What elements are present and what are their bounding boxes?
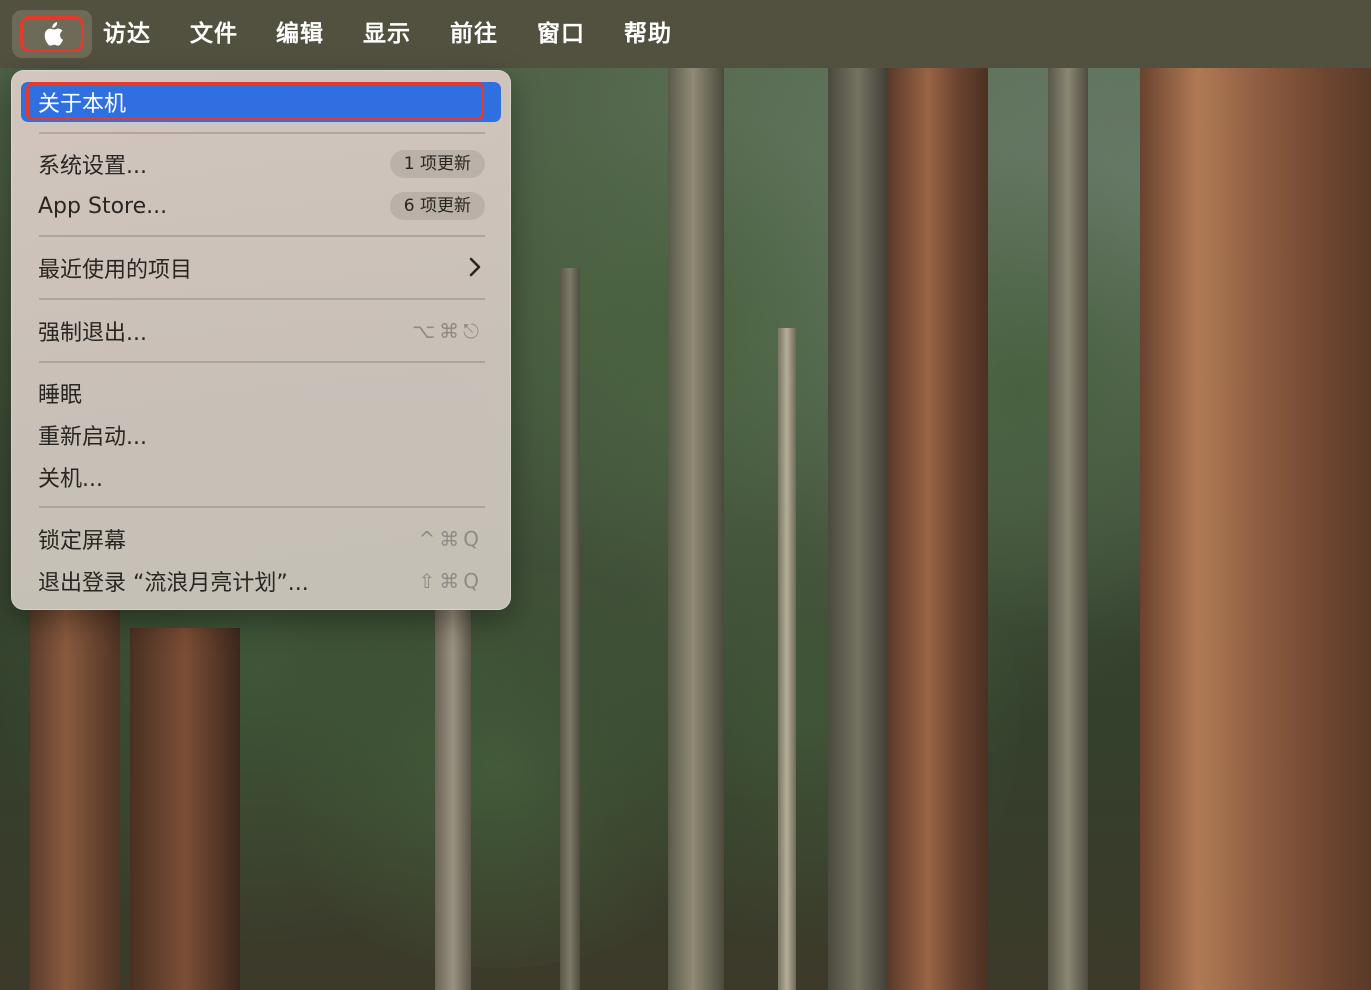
- apple-dropdown-menu: 关于本机 系统设置... 1 项更新 App Store... 6 项更新 最近…: [11, 70, 511, 610]
- menu-separator: [39, 298, 485, 300]
- menu-item-label: App Store...: [38, 193, 168, 219]
- menu-file[interactable]: 文件: [190, 18, 238, 50]
- menu-separator: [39, 235, 485, 237]
- keyboard-shortcut: ⇧⌘Q: [418, 569, 483, 593]
- menu-item-system-settings[interactable]: 系统设置... 1 项更新: [21, 144, 501, 184]
- chevron-right-icon: [469, 257, 481, 277]
- menu-bar: 访达 文件 编辑 显示 前往 窗口 帮助: [0, 0, 1371, 68]
- menu-separator: [39, 132, 485, 134]
- menu-item-label: 关机...: [38, 467, 103, 492]
- menu-help[interactable]: 帮助: [624, 18, 672, 50]
- menu-item-log-out[interactable]: 退出登录 “流浪月亮计划”... ⇧⌘Q: [21, 561, 501, 601]
- desktop: 访达 文件 编辑 显示 前往 窗口 帮助 关于本机 系统设置... 1 项更新 …: [0, 0, 1371, 990]
- menu-item-label: 锁定屏幕: [38, 529, 127, 554]
- keyboard-shortcut: ⌥⌘⎋: [412, 319, 483, 343]
- menu-view[interactable]: 显示: [363, 18, 411, 50]
- menu-edit[interactable]: 编辑: [276, 18, 324, 50]
- menu-item-label: 系统设置...: [38, 154, 147, 179]
- menu-item-label: 睡眠: [38, 383, 83, 408]
- menu-item-label: 最近使用的项目: [38, 258, 193, 283]
- annotation-highlight-apple: [20, 16, 84, 52]
- menu-item-recent-items[interactable]: 最近使用的项目: [21, 248, 501, 288]
- keyboard-shortcut: ^⌘Q: [418, 527, 483, 551]
- menu-item-label: 重新启动...: [38, 425, 147, 450]
- menu-item-sleep[interactable]: 睡眠: [21, 373, 501, 413]
- menu-item-restart[interactable]: 重新启动...: [21, 415, 501, 455]
- menu-window[interactable]: 窗口: [537, 18, 585, 50]
- menu-separator: [39, 506, 485, 508]
- menu-item-label: 强制退出...: [38, 321, 147, 346]
- update-badge: 1 项更新: [389, 150, 485, 178]
- menu-item-label: 退出登录 “流浪月亮计划”...: [38, 571, 309, 596]
- menu-separator: [39, 361, 485, 363]
- menu-go[interactable]: 前往: [450, 18, 498, 50]
- menu-finder[interactable]: 访达: [103, 18, 151, 50]
- menu-item-force-quit[interactable]: 强制退出... ⌥⌘⎋: [21, 311, 501, 351]
- update-badge: 6 项更新: [389, 192, 485, 220]
- annotation-highlight-about: [26, 82, 484, 120]
- menu-item-app-store[interactable]: App Store... 6 项更新: [21, 186, 501, 226]
- menu-item-shutdown[interactable]: 关机...: [21, 457, 501, 497]
- menu-item-lock-screen[interactable]: 锁定屏幕 ^⌘Q: [21, 519, 501, 559]
